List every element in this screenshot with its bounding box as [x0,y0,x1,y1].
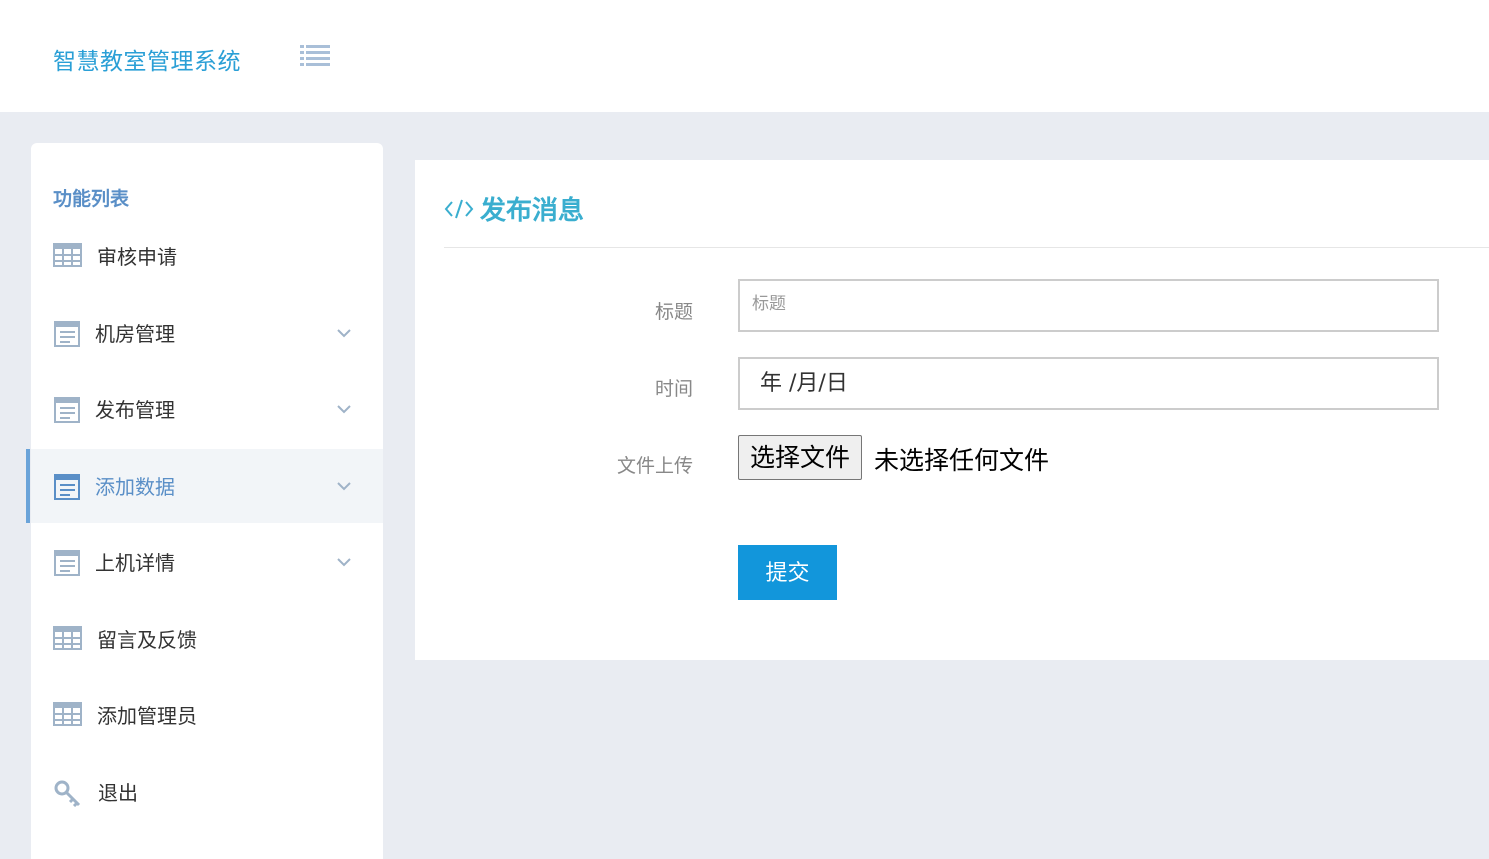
sidebar-item-label: 添加管理员 [97,704,197,728]
title-input[interactable] [738,279,1439,332]
sidebar-item-usage-details[interactable]: 上机详情 [31,525,383,599]
table-grid-icon [53,702,83,728]
form-list-icon [53,549,83,576]
list-icon[interactable] [300,44,330,68]
form-list-icon [53,396,83,423]
sidebar-item-add-admin[interactable]: 添加管理员 [31,678,383,752]
sidebar-item-label: 上机详情 [95,551,175,575]
sidebar-item-label: 机房管理 [95,322,175,346]
top-header: 智慧教室管理系统 [0,0,1489,112]
code-icon [444,196,474,222]
sidebar-item-feedback[interactable]: 留言及反馈 [31,602,383,676]
form-list-icon [53,473,83,500]
time-label: 时间 [654,378,693,400]
choose-file-button[interactable]: 选择文件 [738,435,863,480]
sidebar-heading: 功能列表 [53,188,130,210]
chevron-down-icon [336,400,352,414]
divider [444,247,1489,248]
file-status-text: 未选择任何文件 [874,446,1050,475]
panel-title-text: 发布消息 [480,196,585,226]
sidebar-item-label: 退出 [98,781,138,805]
sidebar-item-add-data[interactable]: 添加数据 [26,449,383,523]
chevron-down-icon [336,324,352,338]
date-input[interactable]: 年 /月/日 [738,357,1439,410]
main-panel: 发布消息 标题 时间 年 /月/日 文件上传 选择文件 未选择任何文件 提交 [415,160,1489,660]
chevron-down-icon [336,477,352,491]
sidebar-item-label: 审核申请 [97,245,177,269]
submit-button[interactable]: 提交 [738,545,837,600]
sidebar-item-label: 留言及反馈 [97,628,197,652]
sidebar-item-label: 发布管理 [95,398,175,422]
panel-title: 发布消息 [444,190,584,226]
sidebar-item-publish-management[interactable]: 发布管理 [31,372,383,446]
sidebar-item-review-applications[interactable]: 审核申请 [31,219,383,293]
sidebar-item-lab-management[interactable]: 机房管理 [31,296,383,370]
app-title: 智慧教室管理系统 [53,49,241,75]
file-upload-label: 文件上传 [616,455,693,477]
form-list-icon [53,320,83,347]
sidebar: 功能列表 审核申请 机房管理 发布管理 添加数据 上机详情 留言及反馈 添加管理… [26,143,383,859]
sidebar-item-label: 添加数据 [95,475,175,499]
table-grid-icon [53,243,83,269]
sidebar-item-logout[interactable]: 退出 [31,755,383,829]
table-grid-icon [53,626,83,652]
chevron-down-icon [336,553,352,567]
key-icon [53,779,83,808]
title-label: 标题 [654,301,693,323]
